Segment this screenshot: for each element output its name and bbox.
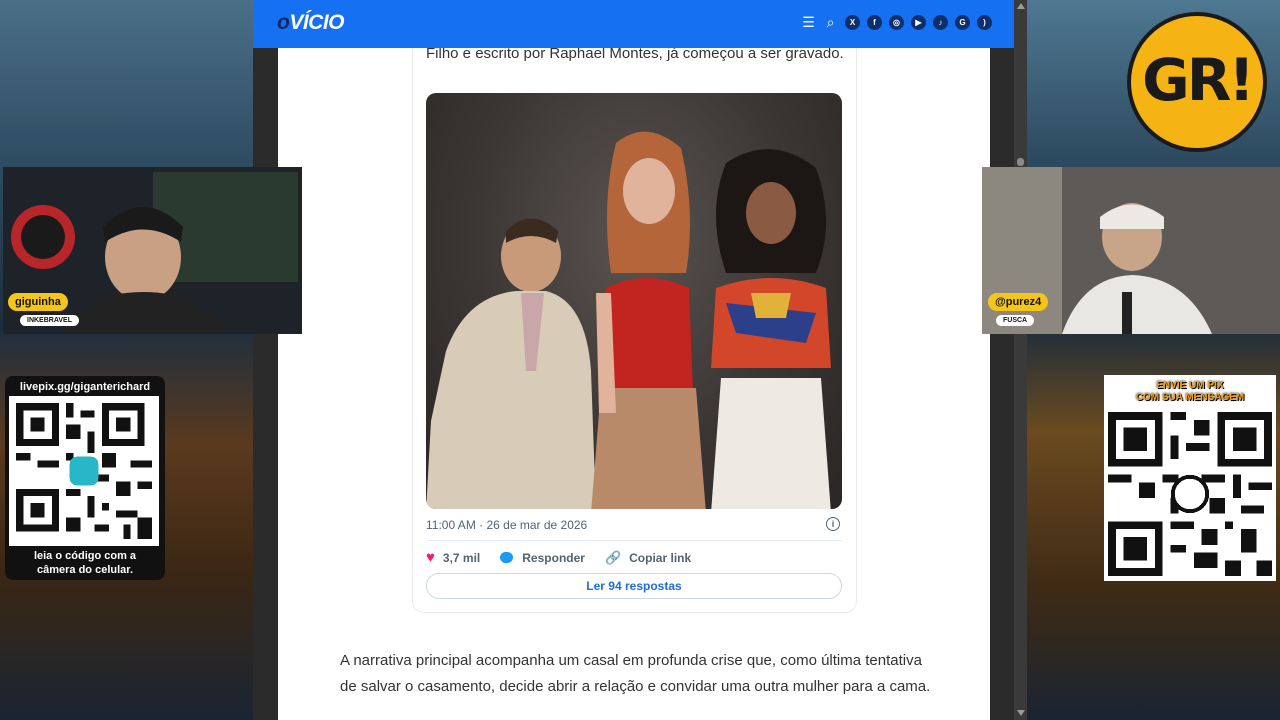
streamer-name-tag: giguinha bbox=[8, 293, 68, 311]
tiktok-icon[interactable]: ♪ bbox=[933, 15, 948, 30]
guest-name-tag: @purez4 bbox=[988, 293, 1049, 311]
header-icons: ☰ ⌕ X f ◎ ▶ ♪ G ) bbox=[801, 15, 992, 30]
reply-button[interactable]: Responder bbox=[500, 551, 585, 565]
page-margin-right bbox=[990, 48, 1014, 720]
speech-bubble-icon bbox=[500, 552, 514, 563]
search-icon[interactable]: ⌕ bbox=[823, 15, 838, 30]
pix-qr-card: ENVIE UM PIX COM SUA MENSAGEM bbox=[1104, 375, 1276, 581]
tweet-timestamp[interactable]: 11:00 AM · 26 de mar de 2026 bbox=[426, 518, 587, 532]
reply-label: Responder bbox=[522, 550, 585, 565]
google-news-icon[interactable]: G bbox=[955, 15, 970, 30]
youtube-icon[interactable]: ▶ bbox=[911, 15, 926, 30]
tweet-actions: ♥ 3,7 mil Responder 🔗 Copiar link bbox=[426, 549, 711, 566]
site-logo[interactable]: oVÍCIO bbox=[277, 11, 345, 35]
streamer-sub-tag: INKEBRAVEL bbox=[20, 315, 79, 326]
menu-icon[interactable]: ☰ bbox=[801, 15, 816, 30]
link-icon: 🔗 bbox=[604, 549, 622, 565]
tweet-photo[interactable] bbox=[426, 93, 842, 509]
facebook-icon[interactable]: f bbox=[867, 15, 882, 30]
webcam-left: giguinha INKEBRAVEL bbox=[3, 167, 302, 334]
instagram-icon[interactable]: ◎ bbox=[889, 15, 904, 30]
photo-figure-woman-right bbox=[711, 149, 831, 509]
page-margin-left bbox=[253, 0, 278, 720]
livepix-url: livepix.gg/giganterichard bbox=[19, 381, 151, 393]
rss-icon[interactable]: ) bbox=[977, 15, 992, 30]
pix-qr-code bbox=[1108, 412, 1272, 576]
scroll-down-arrow-icon[interactable] bbox=[1017, 710, 1025, 716]
channel-logo: GR! bbox=[1127, 12, 1267, 152]
qr-caption: leia o código com a câmera do celular. bbox=[33, 550, 137, 576]
copy-link-label: Copiar link bbox=[629, 550, 692, 565]
livepix-qr-code bbox=[9, 396, 159, 546]
article-paragraph: A narrativa principal acompanha um casal… bbox=[340, 652, 931, 695]
site-header: oVÍCIO ☰ ⌕ X f ◎ ▶ ♪ G ) bbox=[253, 0, 1014, 48]
webcam-right: @purez4 FUSCA bbox=[982, 167, 1280, 334]
scroll-up-arrow-icon[interactable] bbox=[1017, 3, 1025, 9]
guest-sub-tag: FUSCA bbox=[996, 315, 1035, 326]
like-button[interactable]: ♥ 3,7 mil bbox=[426, 549, 480, 566]
scrollbar-thumb[interactable] bbox=[1017, 158, 1024, 166]
copy-link-button[interactable]: 🔗 Copiar link bbox=[605, 550, 691, 566]
heart-icon: ♥ bbox=[426, 549, 435, 566]
channel-logo-text: GR! bbox=[1142, 46, 1255, 114]
qr-code-image bbox=[9, 396, 159, 546]
pix-qr-title: ENVIE UM PIX COM SUA MENSAGEM bbox=[1135, 380, 1245, 403]
info-icon[interactable]: i bbox=[826, 517, 840, 531]
tweet-divider bbox=[426, 540, 842, 541]
read-replies-button[interactable]: Ler 94 respostas bbox=[426, 573, 842, 599]
like-count: 3,7 mil bbox=[442, 550, 481, 565]
stream-background-left bbox=[0, 0, 253, 720]
x-icon[interactable]: X bbox=[845, 15, 860, 30]
article-page: Filho e escrito por Raphael Montes, já c… bbox=[278, 0, 990, 720]
scrollbar[interactable] bbox=[1014, 0, 1027, 720]
